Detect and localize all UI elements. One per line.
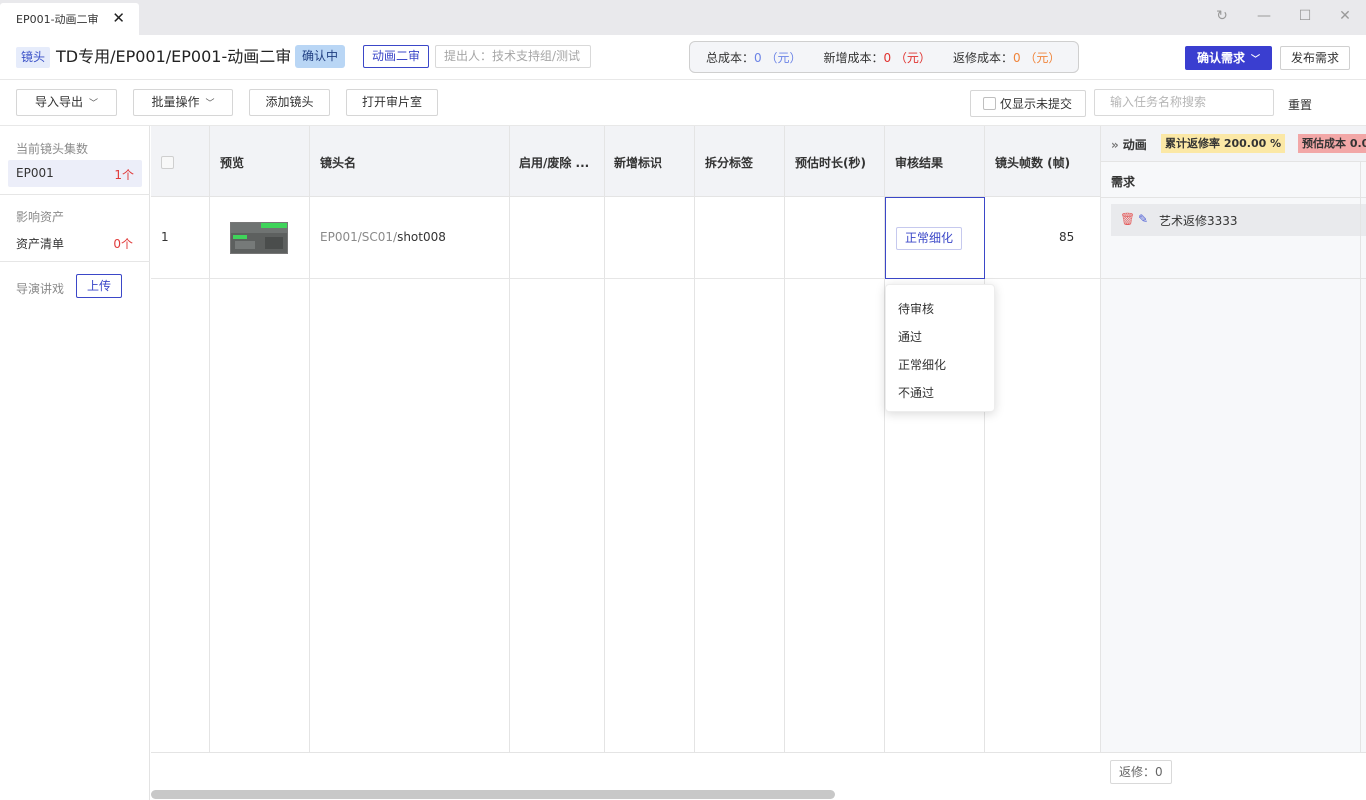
requirement-text: 艺术返修3333 — [1159, 214, 1238, 228]
col-est-duration: 预估时长(秒) — [795, 156, 866, 170]
open-review-room-button[interactable]: 打开审片室 — [346, 89, 438, 116]
batch-operation-button[interactable]: 批量操作 ﹀ — [133, 89, 233, 116]
horizontal-scrollbar[interactable] — [151, 790, 835, 799]
shot-thumbnail[interactable] — [230, 222, 288, 254]
row-divider — [1101, 278, 1366, 279]
tab-close-icon[interactable]: ✕ — [112, 9, 125, 27]
asset-count: 0个 — [113, 237, 133, 251]
shot-name-cell[interactable]: EP001/SC01/shot008 — [320, 230, 446, 244]
row-divider — [1101, 197, 1366, 198]
director-briefing-label: 导演讲戏 — [16, 282, 65, 296]
only-unsubmitted-toggle[interactable]: 仅显示未提交 — [970, 90, 1086, 117]
double-chevron-right-icon[interactable]: » — [1111, 138, 1119, 152]
reset-button[interactable]: 重置 — [1288, 96, 1312, 113]
total-cost: 总成本：0 （元） — [706, 49, 801, 66]
chevron-down-icon: ﹀ — [89, 99, 99, 109]
maximize-icon[interactable]: ☐ — [1295, 8, 1315, 24]
col-split-tag: 拆分标签 — [705, 156, 754, 170]
status-badge: 确认中 — [295, 45, 346, 68]
option-pending[interactable]: 待审核 — [898, 300, 934, 317]
col-shot-name: 镜头名 — [320, 156, 357, 170]
tab-ep001-review[interactable]: EP001-动画二审 ✕ — [0, 3, 139, 35]
total-cost-label: 总成本： — [706, 50, 755, 65]
col-frames: 镜头帧数 (帧) — [995, 156, 1071, 170]
animation-column-group: » 动画 累计返修率 200.00 % 预估成本 0.0 需求 🗑 ✎ 艺术返修3… — [1100, 126, 1366, 752]
title-bar: EP001-动画二审 ✕ ↻ — ☐ ✕ — [0, 0, 1366, 35]
confirm-requirement-label: 确认需求 — [1196, 51, 1245, 65]
page-title: TD专用/EP001/EP001-动画二审 — [56, 47, 292, 66]
divider — [0, 261, 150, 262]
cost-summary: 总成本：0 （元） 新增成本：0 （元） 返修成本：0 （元） — [689, 41, 1079, 73]
chevron-down-icon: ﹀ — [1251, 55, 1261, 65]
publish-requirement-button[interactable]: 发布需求 — [1280, 46, 1350, 70]
rework-cost-value: 0 （元） — [1012, 50, 1061, 65]
divider — [0, 194, 150, 195]
option-reject[interactable]: 不通过 — [898, 384, 934, 401]
refresh-icon[interactable]: ↻ — [1212, 8, 1232, 24]
upload-button[interactable]: 上传 — [76, 274, 122, 298]
only-unsubmitted-label: 仅显示未提交 — [1000, 97, 1073, 111]
select-all-checkbox[interactable] — [161, 156, 174, 169]
minimize-icon[interactable]: — — [1254, 8, 1274, 24]
tab-label: EP001-动画二审 — [16, 13, 99, 26]
review-result-tag[interactable]: 正常细化 — [896, 227, 963, 250]
import-export-label: 导入导出 — [34, 95, 83, 109]
affected-assets-label: 影响资产 — [16, 210, 65, 224]
close-icon[interactable]: ✕ — [1335, 8, 1355, 24]
shot-table: 预览 镜头名 启用/废除 ... 新增标识 拆分标签 预估时长(秒) 审核结果 … — [151, 126, 1366, 800]
add-shot-button[interactable]: 添加镜头 — [249, 89, 330, 116]
rework-cost-label: 返修成本： — [952, 50, 1013, 65]
estimated-cost-badge: 预估成本 0.0 — [1298, 134, 1366, 153]
import-export-button[interactable]: 导入导出 ﹀ — [16, 89, 117, 116]
rework-rate-badge: 累计返修率 200.00 % — [1161, 134, 1286, 153]
stage-tag: 动画二审 — [363, 45, 430, 68]
col-review-result: 审核结果 — [895, 156, 944, 170]
review-result-cell[interactable]: 正常细化 — [885, 197, 985, 279]
only-unsubmitted-checkbox[interactable] — [983, 97, 996, 110]
shot-name: shot008 — [397, 230, 446, 244]
chevron-down-icon: ﹀ — [205, 99, 215, 109]
sidebar-item-ep001[interactable]: EP001 1个 — [8, 160, 142, 187]
requirement-item[interactable]: 🗑 ✎ 艺术返修3333 — [1111, 204, 1366, 236]
new-cost: 新增成本：0 （元） — [823, 49, 930, 66]
confirm-requirement-button[interactable]: 确认需求 ﹀ — [1185, 46, 1272, 70]
current-episode-label: 当前镜头集数 — [16, 142, 89, 156]
col-enable: 启用/废除 ... — [519, 156, 590, 170]
requirement-header: 需求 — [1111, 175, 1136, 189]
table-footer: 返修：0 — [151, 752, 1366, 790]
row-index: 1 — [161, 230, 169, 244]
animation-title: 动画 — [1122, 138, 1147, 152]
col-new-mark: 新增标识 — [614, 156, 663, 170]
proposer-field: 提出人：技术支持组/测试 — [435, 45, 591, 68]
animation-group-header: » 动画 累计返修率 200.00 % 预估成本 0.0 — [1101, 126, 1366, 162]
episode-name: EP001 — [16, 166, 54, 180]
shot-type-tag: 镜头 — [16, 47, 51, 68]
batch-operation-label: 批量操作 — [151, 95, 200, 109]
option-pass[interactable]: 通过 — [898, 328, 922, 345]
frame-count: 85 — [1059, 230, 1075, 244]
new-cost-value: 0 （元） — [883, 50, 931, 65]
option-refine[interactable]: 正常细化 — [898, 356, 946, 373]
delete-icon[interactable]: 🗑 — [1120, 212, 1135, 226]
thumbnail-image — [231, 223, 287, 253]
toolbar: 导入导出 ﹀ 批量操作 ﹀ 添加镜头 打开审片室 仅显示未提交 输入任务名称搜索 重… — [0, 80, 1366, 126]
shot-path-prefix: EP001/SC01/ — [320, 230, 398, 244]
review-result-dropdown: 待审核 通过 正常细化 不通过 — [885, 284, 995, 412]
page-header: 镜头 TD专用/EP001/EP001-动画二审 确认中 动画二审 提出人：技术… — [0, 35, 1366, 80]
rework-count: 返修：0 — [1110, 760, 1172, 784]
total-cost-value: 0 （元） — [754, 50, 802, 65]
episode-count: 1个 — [114, 168, 134, 182]
rework-cost: 返修成本：0 （元） — [953, 49, 1060, 66]
column-divider — [1360, 162, 1361, 752]
asset-list-link[interactable]: 资产清单 — [16, 235, 64, 252]
animation-label[interactable]: » 动画 — [1111, 136, 1147, 153]
task-search-input[interactable]: 输入任务名称搜索 — [1094, 89, 1274, 116]
col-preview: 预览 — [220, 156, 245, 170]
sidebar: 当前镜头集数 EP001 1个 影响资产 资产清单 0个 导演讲戏 上传 — [0, 126, 150, 800]
edit-icon[interactable]: ✎ — [1138, 212, 1148, 226]
new-cost-label: 新增成本： — [823, 50, 884, 65]
